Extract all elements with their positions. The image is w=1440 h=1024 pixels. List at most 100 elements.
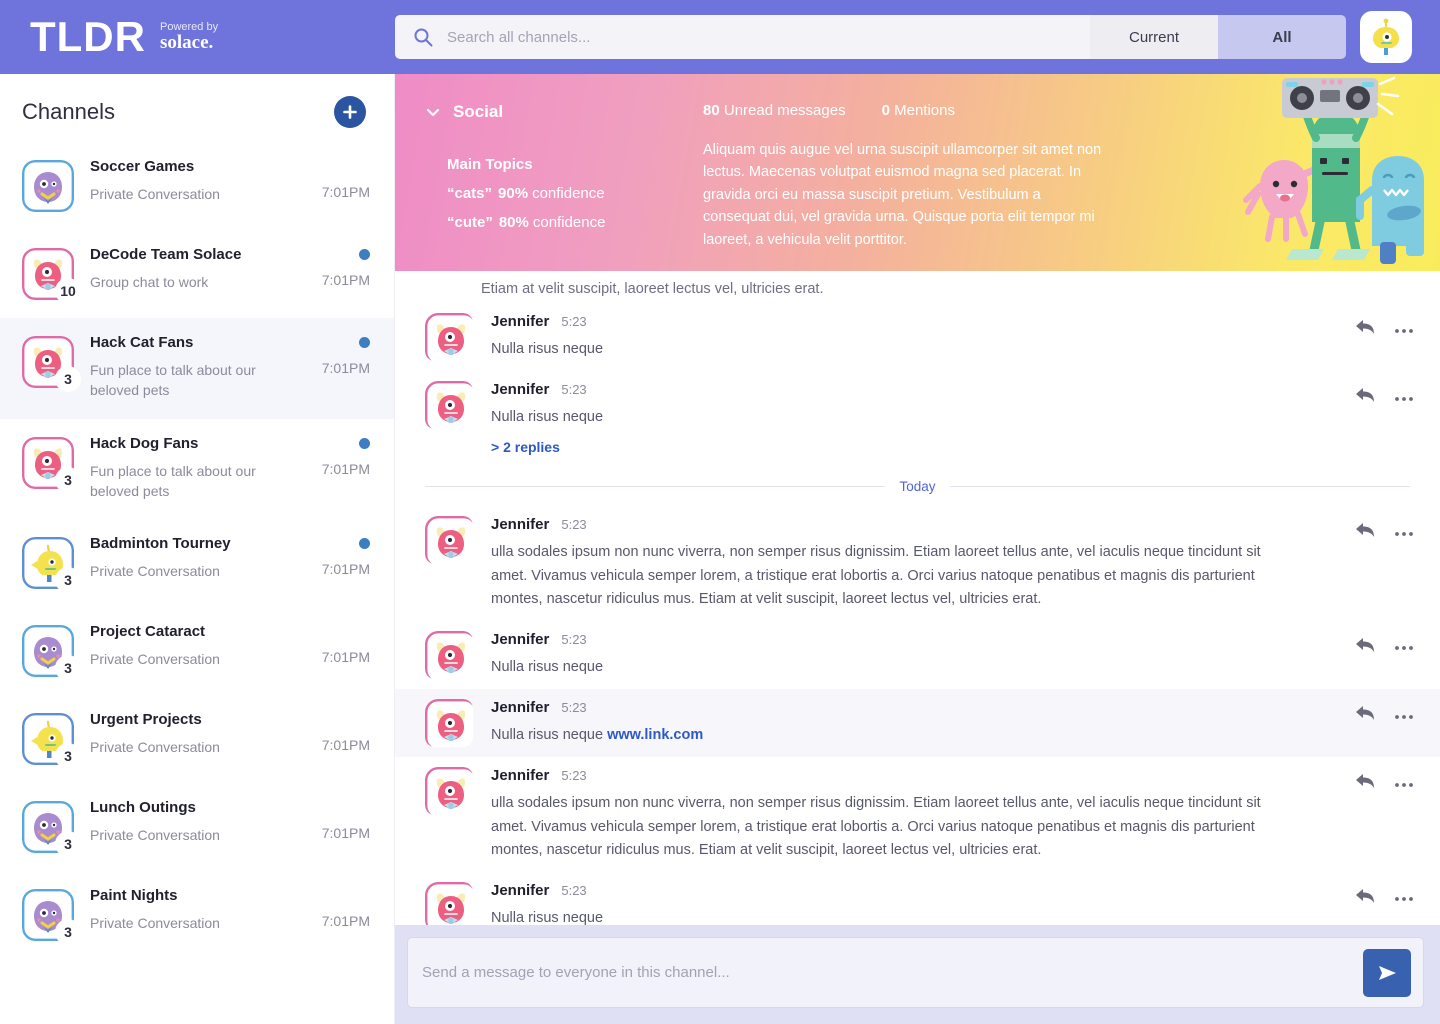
sidebar-item-badminton-tourney[interactable]: 3 Badminton Tourney Private Conversation… (0, 519, 394, 607)
more-options-button[interactable] (1394, 775, 1414, 793)
sidebar-item-soccer-games[interactable]: Soccer Games Private Conversation 7:01PM (0, 142, 394, 230)
unread-badge: 3 (55, 831, 81, 858)
message-row[interactable]: Jennifer 5:23 Nulla risus neque (395, 621, 1440, 689)
reply-arrow-icon (1356, 706, 1374, 721)
more-options-icon (1395, 714, 1413, 719)
reply-button[interactable] (1354, 385, 1376, 410)
sidebar-item-hack-cat-fans[interactable]: 3 Hack Cat Fans Fun place to talk about … (0, 318, 394, 419)
unread-dot-icon (359, 249, 370, 260)
more-options-button[interactable] (1394, 889, 1414, 907)
message-actions (1354, 703, 1414, 728)
message-header: Jennifer 5:23 (491, 313, 1300, 330)
channel-info: Project Cataract Private Conversation 7:… (90, 623, 370, 669)
banner-summary-text: Aliquam quis augue vel urna suscipit ull… (703, 142, 1102, 248)
more-options-button[interactable] (1394, 321, 1414, 339)
message-list[interactable]: Etiam at velit suscipit, laoreet lectus … (395, 271, 1440, 925)
channel-avatar-wrap: 3 (22, 625, 81, 682)
channel-title-row: Project Cataract (90, 623, 370, 640)
message-avatar (425, 516, 473, 565)
channel-timestamp: 7:01PM (321, 825, 370, 842)
messages-container: Jennifer 5:23 Nulla risus neque Jennifer… (395, 303, 1440, 925)
message-author: Jennifer (491, 516, 550, 534)
more-options-button[interactable] (1394, 707, 1414, 725)
send-paper-plane-icon (1379, 965, 1396, 980)
reply-button[interactable] (1354, 317, 1376, 342)
message-body: Jennifer 5:23 ulla sodales ipsum non nun… (491, 516, 1410, 611)
brand-company-text: solace (159, 32, 209, 54)
channel-description: Private Conversation (90, 827, 220, 844)
mentions-stat: 0 Mentions (882, 102, 955, 119)
message-row[interactable]: Jennifer 5:23 Nulla risus neque > 2 repl… (395, 872, 1440, 925)
channel-avatar-wrap: 3 (22, 537, 81, 594)
reply-button[interactable] (1354, 771, 1376, 796)
channel-avatar-wrap: 3 (22, 336, 81, 392)
channel-timestamp: 7:01PM (321, 272, 370, 288)
main-topic-row: “cats” 90% confidence (447, 185, 695, 202)
message-input[interactable] (422, 938, 1351, 1007)
more-options-button[interactable] (1394, 524, 1414, 542)
channel-meta-row: Private Conversation 7:01PM (90, 825, 370, 845)
channel-meta-row: Fun place to talk about our beloved pets… (90, 360, 370, 401)
reply-button[interactable] (1354, 635, 1376, 660)
message-link[interactable]: www.link.com (607, 727, 703, 743)
message-composer[interactable] (407, 937, 1424, 1008)
partial-message-text: Etiam at velit suscipit, laoreet lectus … (481, 281, 824, 297)
unread-badge: 3 (55, 919, 81, 946)
channel-avatar-wrap: 10 (22, 248, 81, 304)
brand-title: TLDR (30, 13, 146, 60)
message-row[interactable]: Jennifer 5:23 Nulla risus neque > 2 repl… (395, 371, 1440, 465)
message-header: Jennifer 5:23 (491, 631, 1300, 648)
sidebar-item-urgent-projects[interactable]: 3 Urgent Projects Private Conversation 7… (0, 695, 394, 783)
reply-button[interactable] (1354, 520, 1376, 545)
message-timestamp: 5:23 (561, 382, 587, 398)
channel-description: Private Conversation (90, 739, 220, 756)
channel-avatar (22, 160, 74, 212)
channel-info: Badminton Tourney Private Conversation 7… (90, 535, 370, 581)
more-options-button[interactable] (1394, 638, 1414, 656)
unread-dot-icon (359, 437, 370, 449)
channel-meta-row: Group chat to work 7:01PM (90, 272, 370, 292)
more-options-button[interactable] (1394, 389, 1414, 407)
reply-button[interactable] (1354, 886, 1376, 911)
message-row[interactable]: Jennifer 5:23 ulla sodales ipsum non nun… (395, 506, 1440, 621)
thread-replies-link[interactable]: > 2 replies (491, 439, 1300, 455)
channel-timestamp: 7:01PM (321, 184, 370, 200)
message-text: Nulla risus neque (491, 341, 604, 357)
channel-description: Private Conversation (90, 651, 220, 668)
reply-button[interactable] (1354, 703, 1376, 728)
reply-arrow-icon (1356, 774, 1374, 789)
tab-current[interactable]: Current (1090, 15, 1218, 59)
unread-badge: 3 (55, 567, 81, 594)
search-bar[interactable] (395, 15, 1090, 59)
message-row[interactable]: Jennifer 5:23 Nulla risus neque (395, 303, 1440, 371)
channel-name: DeCode Team Solace (90, 246, 242, 263)
topic-confidence-value: 80% (498, 214, 529, 231)
search-input[interactable] (447, 15, 1090, 59)
user-avatar[interactable] (1360, 11, 1412, 63)
send-button[interactable] (1363, 948, 1411, 997)
channel-name: Lunch Outings (90, 799, 196, 817)
message-author: Jennifer (491, 630, 550, 648)
sidebar-item-hack-dog-fans[interactable]: 3 Hack Dog Fans Fun place to talk about … (0, 419, 394, 520)
sidebar-item-project-cataract[interactable]: 3 Project Cataract Private Conversation … (0, 607, 394, 695)
tab-all[interactable]: All (1218, 15, 1346, 59)
message-row[interactable]: Jennifer 5:23 ulla sodales ipsum non nun… (395, 757, 1440, 872)
plus-icon (343, 105, 357, 119)
main-topics-title: Main Topics (447, 156, 533, 173)
channel-timestamp: 7:01PM (321, 913, 370, 930)
mentions-label: Mentions (894, 102, 955, 119)
channel-description: Fun place to talk about our beloved pets (90, 462, 256, 499)
banner-channel-header[interactable]: Social (425, 102, 695, 122)
message-row[interactable]: Jennifer 5:23 Nulla risus neque www.link… (395, 689, 1440, 758)
monster-pink-horns-icon (425, 313, 473, 361)
monster-pink-horns-icon (425, 381, 473, 430)
message-actions (1354, 520, 1414, 545)
sidebar-item-decode-team-solace[interactable]: 10 DeCode Team Solace Group chat to work… (0, 230, 394, 318)
message-actions (1354, 317, 1414, 342)
message-text-wrap: Nulla risus neque (491, 907, 1300, 925)
topic-confidence-value: 90% (498, 185, 529, 202)
add-channel-button[interactable] (334, 96, 366, 128)
channel-avatar-wrap: 3 (22, 801, 81, 858)
sidebar-item-paint-nights[interactable]: 3 Paint Nights Private Conversation 7:01… (0, 871, 394, 959)
sidebar-item-lunch-outings[interactable]: 3 Lunch Outings Private Conversation 7:0… (0, 783, 394, 871)
